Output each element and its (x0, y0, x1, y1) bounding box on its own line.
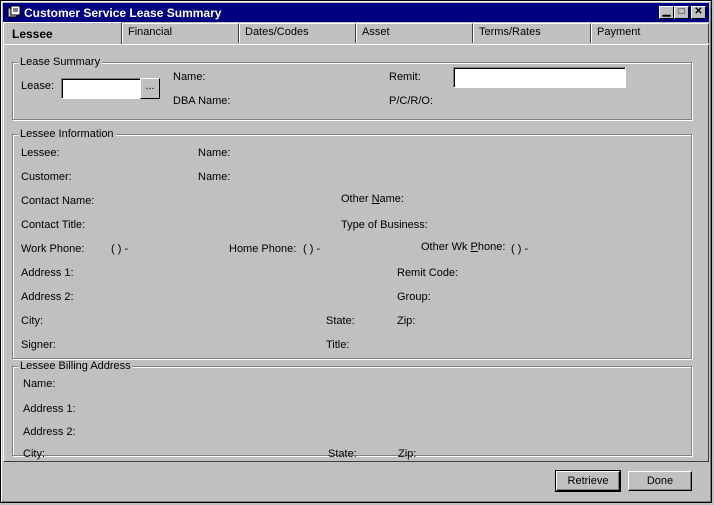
remit-label: Remit: (389, 71, 421, 83)
billing-address-legend: Lessee Billing Address (18, 360, 133, 372)
app-icon (7, 5, 21, 18)
signer-label: Signer: (21, 339, 56, 351)
tab-asset[interactable]: Asset (356, 23, 473, 43)
billing-state-label: State: (328, 448, 357, 460)
lease-name-label: Name: (173, 71, 206, 83)
lessee-name-label: Name: (198, 147, 231, 159)
lessee-information-legend: Lessee Information (18, 128, 116, 140)
minimize-button[interactable]: ▁ (659, 6, 674, 19)
remit-input[interactable] (453, 67, 626, 88)
lessee-label: Lessee: (21, 147, 60, 159)
close-icon: ✕ (694, 6, 703, 17)
other-wk-phone-value: ( ) - (511, 243, 529, 255)
billing-name-label: Name: (23, 378, 56, 390)
home-phone-value: ( ) - (303, 243, 321, 255)
contact-title-label: Contact Title: (21, 219, 86, 231)
title-label: Title: (326, 339, 350, 351)
home-phone-label: Home Phone: (229, 243, 297, 255)
tab-lessee[interactable]: Lessee (3, 22, 122, 44)
window-title: Customer Service Lease Summary (24, 6, 222, 20)
state-label: State: (326, 315, 355, 327)
zip-label: Zip: (397, 315, 416, 327)
work-phone-label: Work Phone: (21, 243, 85, 255)
city-label: City: (21, 315, 43, 327)
tab-dates-codes[interactable]: Dates/Codes (239, 23, 356, 43)
maximize-icon: □ (678, 6, 685, 17)
dba-name-label: DBA Name: (173, 95, 231, 107)
billing-address1-label: Address 1: (23, 403, 76, 415)
tab-payment[interactable]: Payment (591, 23, 709, 43)
billing-address-group: Lessee Billing Address Name: Address 1: … (12, 360, 692, 460)
group-label: Group: (397, 291, 431, 303)
close-button[interactable]: ✕ (691, 6, 706, 19)
remit-code-label: Remit Code: (397, 267, 459, 279)
maximize-button[interactable]: □ (674, 6, 689, 19)
lease-summary-legend: Lease Summary (18, 56, 103, 68)
tab-panel-lessee: Lease Summary Lease: ... Name: DBA Name:… (3, 44, 709, 462)
lease-label: Lease: (21, 80, 55, 92)
lease-summary-group: Lease Summary Lease: ... Name: DBA Name:… (12, 56, 692, 120)
tab-financial[interactable]: Financial (122, 23, 239, 43)
lease-lookup-button[interactable]: ... (140, 78, 160, 99)
address2-label: Address 2: (21, 291, 74, 303)
billing-city-label: City: (23, 448, 45, 460)
retrieve-button[interactable]: Retrieve (555, 470, 621, 492)
done-button[interactable]: Done (628, 471, 692, 491)
other-name-label: Other Name: (341, 193, 404, 205)
pcro-label: P/C/R/O: (389, 95, 434, 107)
title-bar[interactable]: Customer Service Lease Summary ▁ □ ✕ (3, 3, 709, 22)
customer-label: Customer: (21, 171, 72, 183)
tab-terms-rates[interactable]: Terms/Rates (473, 23, 591, 43)
lease-summary-window: Customer Service Lease Summary ▁ □ ✕ Les… (0, 0, 712, 503)
lessee-information-group: Lessee Information Lessee: Name: Custome… (12, 128, 692, 359)
address1-label: Address 1: (21, 267, 74, 279)
tab-strip: Lessee Financial Dates/Codes Asset Terms… (3, 22, 709, 44)
type-of-business-label: Type of Business: (341, 219, 428, 231)
billing-zip-label: Zip: (398, 448, 417, 460)
billing-address2-label: Address 2: (23, 426, 76, 438)
customer-name-label: Name: (198, 171, 231, 183)
minimize-icon: ▁ (662, 6, 671, 17)
other-wk-phone-label: Other Wk Phone: (421, 241, 506, 253)
contact-name-label: Contact Name: (21, 195, 95, 207)
lease-input[interactable] (61, 78, 141, 99)
work-phone-value: ( ) - (111, 243, 129, 255)
